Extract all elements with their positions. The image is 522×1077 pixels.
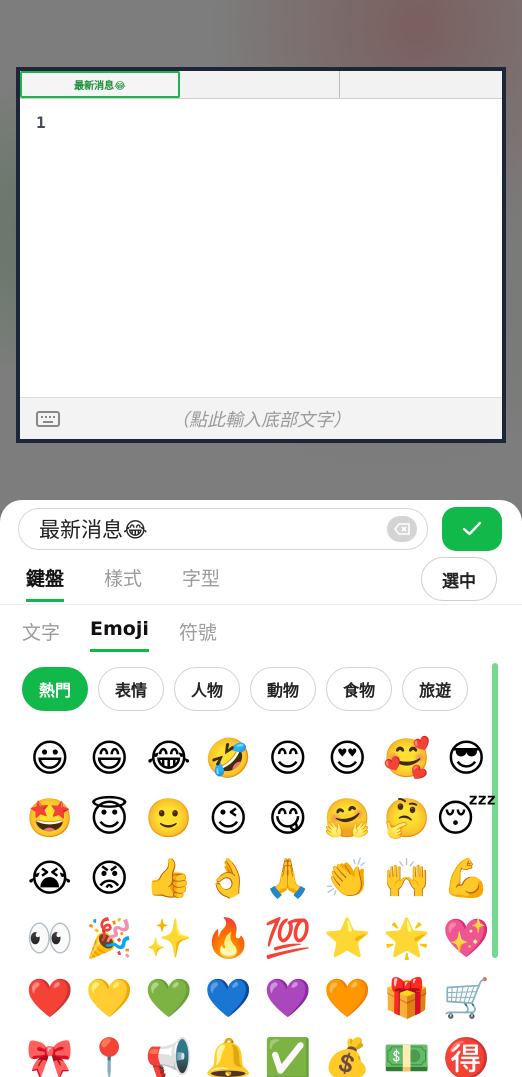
- emoji-pray[interactable]: 🙏: [258, 848, 318, 908]
- emoji-blue-heart[interactable]: 💙: [199, 968, 259, 1028]
- select-button[interactable]: 選中: [421, 557, 497, 601]
- emoji-eyes[interactable]: 👀: [20, 908, 80, 968]
- editor-tab-bar: 最新消息😂: [20, 71, 502, 99]
- tab-style[interactable]: 樣式: [104, 564, 142, 600]
- emoji-pin[interactable]: 📍: [80, 1028, 140, 1077]
- line-number: 1: [36, 113, 46, 132]
- editor-tab-2[interactable]: [180, 71, 340, 98]
- emoji-green-heart[interactable]: 💚: [139, 968, 199, 1028]
- emoji-hugging[interactable]: 🤗: [318, 788, 378, 848]
- emoji-slight-smile[interactable]: 🙂: [139, 788, 199, 848]
- emoji-hundred[interactable]: 💯: [258, 908, 318, 968]
- emoji-purple-heart[interactable]: 💜: [258, 968, 318, 1028]
- emoji-party[interactable]: 🎉: [80, 908, 140, 968]
- divider: [0, 604, 522, 605]
- emoji-star-struck[interactable]: 🤩: [20, 788, 80, 848]
- emoji-rofl[interactable]: 🤣: [199, 728, 259, 788]
- emoji-clap[interactable]: 👏: [318, 848, 378, 908]
- text-input-field[interactable]: 最新消息😂: [18, 508, 428, 550]
- editor-tab-3[interactable]: [340, 71, 502, 98]
- emoji-raised-hands[interactable]: 🙌: [377, 848, 437, 908]
- text-input-value[interactable]: 最新消息😂: [39, 514, 148, 544]
- tab-font[interactable]: 字型: [182, 564, 220, 600]
- emoji-shopping-cart[interactable]: 🛒: [437, 968, 497, 1028]
- emoji-red-heart[interactable]: ❤️: [20, 968, 80, 1028]
- emoji-grid: 😃 😄 😂 🤣 😊 😍 🥰 😎 🤩 😇 🙂 😉 😋 🤗 🤔 😴 😭 😡 👍 👌 …: [20, 728, 497, 1077]
- emoji-orange-heart[interactable]: 🧡: [318, 968, 378, 1028]
- emoji-muscle[interactable]: 💪: [437, 848, 497, 908]
- emoji-smiling-hearts[interactable]: 🥰: [377, 728, 437, 788]
- sub-tabs: 文字 Emoji 符號: [22, 618, 247, 652]
- emoji-yum[interactable]: 😋: [258, 788, 318, 848]
- check-icon: [462, 521, 482, 536]
- keyboard-icon[interactable]: [36, 410, 60, 427]
- emoji-angry[interactable]: 😡: [80, 848, 140, 908]
- emoji-thinking[interactable]: 🤔: [377, 788, 437, 848]
- chip-people[interactable]: 人物: [174, 667, 241, 711]
- main-tabs: 鍵盤 樣式 字型: [26, 564, 260, 602]
- chip-popular[interactable]: 熱門: [22, 667, 89, 711]
- emoji-money-bag[interactable]: 💰: [318, 1028, 378, 1077]
- emoji-smile[interactable]: 😄: [80, 728, 140, 788]
- emoji-gift[interactable]: 🎁: [377, 968, 437, 1028]
- emoji-bargain[interactable]: 🉐: [437, 1028, 497, 1077]
- emoji-sob[interactable]: 😭: [20, 848, 80, 908]
- emoji-yellow-heart[interactable]: 💛: [80, 968, 140, 1028]
- emoji-blush[interactable]: 😊: [258, 728, 318, 788]
- text-input-sheet: 最新消息😂 鍵盤 樣式 字型 選中 文字 Emoji 符號 熱門 表情 人物 動…: [0, 500, 522, 1077]
- emoji-sleeping[interactable]: 😴: [436, 788, 497, 848]
- chip-travel[interactable]: 旅遊: [402, 667, 469, 711]
- tab-text[interactable]: 文字: [22, 618, 60, 650]
- emoji-bell[interactable]: 🔔: [199, 1028, 259, 1077]
- tab-symbols[interactable]: 符號: [179, 618, 217, 650]
- emoji-sunglasses[interactable]: 😎: [437, 728, 497, 788]
- tab-emoji[interactable]: Emoji: [90, 618, 149, 652]
- editor-bottom-bar[interactable]: （點此輸入底部文字）: [20, 397, 502, 439]
- emoji-star[interactable]: ⭐: [318, 908, 378, 968]
- chip-food[interactable]: 食物: [326, 667, 393, 711]
- emoji-sparkles[interactable]: ✨: [139, 908, 199, 968]
- emoji-thumbs-up[interactable]: 👍: [139, 848, 199, 908]
- emoji-category-chips: 熱門 表情 人物 動物 食物 旅遊: [22, 667, 478, 711]
- clear-text-icon[interactable]: [387, 516, 417, 542]
- emoji-halo[interactable]: 😇: [80, 788, 140, 848]
- emoji-ribbon[interactable]: 🎀: [20, 1028, 80, 1077]
- emoji-ok-hand[interactable]: 👌: [199, 848, 259, 908]
- emoji-fire[interactable]: 🔥: [199, 908, 259, 968]
- emoji-glowing-star[interactable]: 🌟: [377, 908, 437, 968]
- emoji-grinning[interactable]: 😃: [20, 728, 80, 788]
- editor-preview: 最新消息😂 1 （點此輸入底部文字）: [16, 67, 506, 443]
- tab-keyboard[interactable]: 鍵盤: [26, 564, 65, 602]
- chip-expressions[interactable]: 表情: [98, 667, 165, 711]
- chip-animals[interactable]: 動物: [250, 667, 317, 711]
- emoji-loudspeaker[interactable]: 📢: [139, 1028, 199, 1077]
- bottom-text-hint[interactable]: （點此輸入底部文字）: [20, 406, 502, 432]
- editor-tab-1[interactable]: 最新消息😂: [20, 71, 180, 98]
- emoji-dollar[interactable]: 💵: [377, 1028, 437, 1077]
- emoji-check-mark[interactable]: ✅: [258, 1028, 318, 1077]
- emoji-tears-of-joy[interactable]: 😂: [139, 728, 199, 788]
- emoji-wink[interactable]: 😉: [199, 788, 259, 848]
- emoji-heart-eyes[interactable]: 😍: [318, 728, 378, 788]
- confirm-button[interactable]: [442, 507, 502, 551]
- emoji-sparkling-heart[interactable]: 💖: [437, 908, 497, 968]
